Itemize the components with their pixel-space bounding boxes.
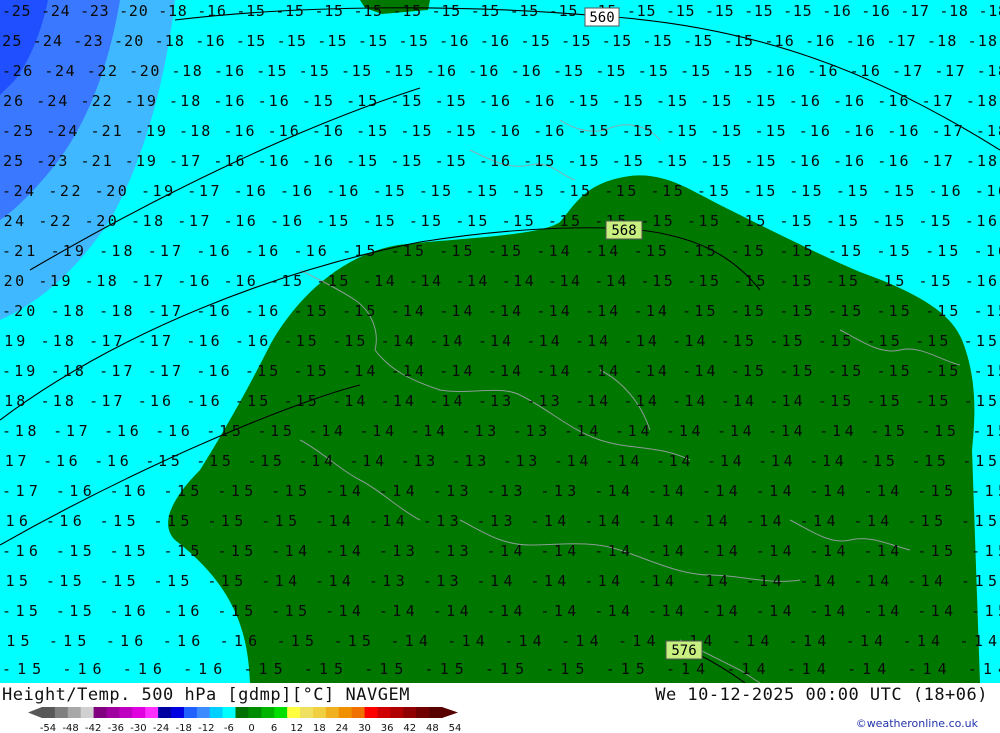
legend-tick-label: 42 <box>403 723 416 733</box>
legend-tick-label: -42 <box>85 723 101 733</box>
legend-tick-label: 12 <box>290 723 303 733</box>
legend-tick-label: 6 <box>271 723 277 733</box>
legend-swatch <box>377 707 391 718</box>
legend-tick-label: -36 <box>108 723 124 733</box>
temperature-row: -25 -24 -23 -20 -18 -16 -15 -15 -15 -15 … <box>2 2 1000 20</box>
legend-arrow-right <box>442 707 458 718</box>
legend-tick-label: -30 <box>130 723 146 733</box>
height-label-text: 568 <box>611 223 636 239</box>
legend-swatch <box>261 707 275 718</box>
legend-swatches <box>28 707 458 718</box>
temperature-row: -24 -22 -20 -19 -17 -16 -16 -16 -15 -15 … <box>2 182 1000 200</box>
color-scale-legend: -54 -48 -42 -36 -30 -24 -18 -12 -6 0 6 12 18 24 30 36 42… <box>28 707 462 733</box>
legend-swatch <box>54 707 69 718</box>
legend-swatch <box>429 707 443 718</box>
temperature-row: -17 -16 -16 -15 -15 -15 -14 -14 -13 -13 … <box>0 452 997 470</box>
legend-swatch <box>364 707 378 718</box>
legend-swatch <box>248 707 262 718</box>
legend-swatch <box>390 707 404 718</box>
legend-swatch <box>351 707 366 718</box>
legend-swatch <box>235 707 249 718</box>
temperature-row: -25 -24 -21 -19 -18 -16 -16 -16 -15 -15 … <box>2 122 1000 140</box>
legend-tick-label: 0 <box>248 723 254 733</box>
legend-tick-label: 24 <box>336 723 349 733</box>
legend-swatch <box>119 707 133 718</box>
temperature-row: -15 -15 -16 -16 -16 -15 -15 -14 -14 -14 … <box>0 632 997 650</box>
map-canvas: -25 -24 -23 -20 -18 -16 -15 -15 -15 -15 … <box>0 0 1000 683</box>
legend-swatch <box>67 707 82 718</box>
legend-swatch <box>209 707 224 718</box>
legend-swatch <box>106 707 120 718</box>
temperature-row: -26 -24 -22 -20 -18 -16 -15 -15 -15 -15 … <box>2 62 1000 80</box>
legend-swatch <box>287 707 301 718</box>
legend-tick-label: 18 <box>313 723 326 733</box>
legend-tick-label: -48 <box>62 723 78 733</box>
temperature-row: -16 -15 -15 -15 -15 -14 -14 -13 -13 -14 … <box>2 542 1000 560</box>
legend-arrow-left <box>28 707 42 718</box>
legend-tick-label: 36 <box>381 723 394 733</box>
height-label-576: 576 <box>665 640 703 660</box>
valid-time: We 10-12-2025 00:00 UTC (18+06) <box>655 685 988 705</box>
legend-swatch <box>416 707 430 718</box>
legend-swatch <box>312 707 327 718</box>
legend-swatch <box>145 707 159 718</box>
legend-tick-label: -24 <box>153 723 169 733</box>
legend-swatch <box>93 707 108 718</box>
temperature-row: -26 -24 -22 -19 -18 -16 -16 -15 -15 -15 … <box>0 92 997 110</box>
legend-tick-label: 48 <box>426 723 439 733</box>
legend-swatch <box>274 707 288 718</box>
legend-swatch <box>171 707 185 718</box>
credit-link[interactable]: ©weatheronline.co.uk <box>856 717 978 730</box>
legend-tick-label: -18 <box>175 723 191 733</box>
height-label-568: 568 <box>605 220 643 240</box>
legend-swatch <box>403 707 417 718</box>
legend-swatch <box>338 707 353 718</box>
legend-swatch <box>132 707 146 718</box>
legend-swatch <box>196 707 211 718</box>
temperature-row: -25 -23 -21 -19 -17 -16 -16 -16 -15 -15 … <box>0 152 997 170</box>
legend-swatch <box>80 707 95 718</box>
legend-swatch <box>222 707 237 718</box>
legend-swatch <box>42 707 56 718</box>
height-label-text: 576 <box>671 643 696 659</box>
legend-tick-label: 54 <box>449 723 462 733</box>
legend-tick-label: 30 <box>358 723 371 733</box>
legend-swatch <box>158 707 172 718</box>
map-footer: Height/Temp. 500 hPa [gdmp][°C] NAVGEM W… <box>0 683 1000 733</box>
legend-tick-label: -6 <box>224 723 234 733</box>
temperature-row: -25 -24 -23 -20 -18 -16 -15 -15 -15 -15 … <box>0 32 997 50</box>
temperature-row: -17 -16 -16 -15 -15 -15 -14 -14 -13 -13 … <box>2 482 1000 500</box>
legend-swatch <box>300 707 314 718</box>
legend-tick-label: -12 <box>198 723 214 733</box>
weather-map-screen: -25 -24 -23 -20 -18 -16 -15 -15 -15 -15 … <box>0 0 1000 733</box>
legend-swatch <box>325 707 340 718</box>
legend-tick-label: -54 <box>40 723 56 733</box>
height-label-560: 560 <box>584 7 620 27</box>
height-label-text: 560 <box>589 10 614 26</box>
legend-swatch <box>183 707 198 718</box>
temperature-row: -18 -18 -17 -16 -16 -15 -15 -14 -14 -14 … <box>0 392 997 410</box>
temperature-row: -15 -15 -16 -16 -15 -15 -14 -14 -14 -14 … <box>2 602 1000 620</box>
legend-tick-labels: -54 -48 -42 -36 -30 -24 -18 -12 -6 0 6 12 18 24 30 36 42… <box>40 723 462 733</box>
map-title: Height/Temp. 500 hPa [gdmp][°C] NAVGEM <box>2 685 410 705</box>
temperature-row: -19 -18 -17 -17 -16 -16 -15 -15 -14 -14 … <box>0 332 997 350</box>
